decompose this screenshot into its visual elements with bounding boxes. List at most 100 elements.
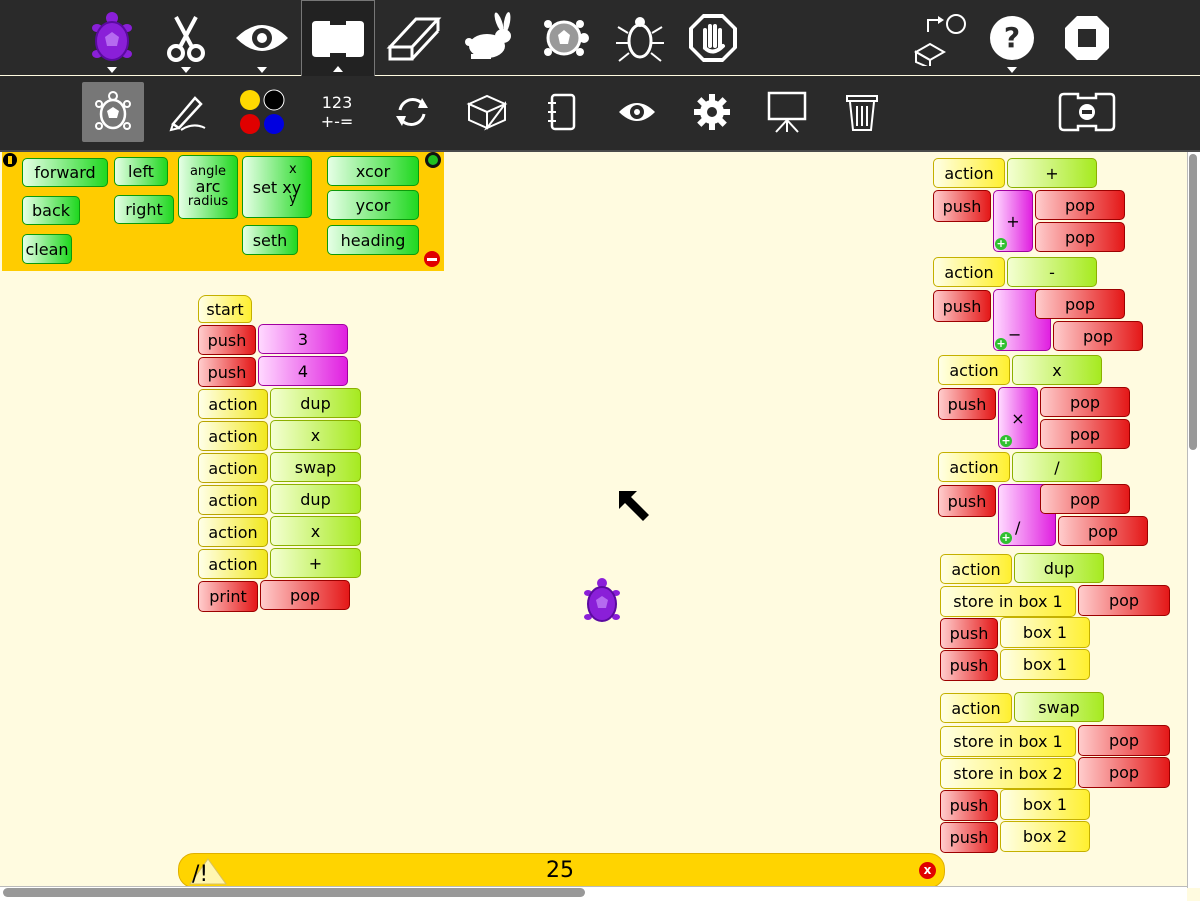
expand-plus-icon[interactable]: + (1000, 435, 1012, 447)
debug-button[interactable] (603, 0, 675, 75)
action-name-block[interactable]: - (1007, 257, 1097, 287)
close-status-icon[interactable]: x (919, 862, 936, 879)
view-button[interactable] (226, 0, 298, 75)
store-in-box1-block[interactable]: store in box 1 (940, 726, 1076, 757)
push-block[interactable]: push (938, 388, 996, 420)
collapse-blocks-button[interactable] (1056, 82, 1118, 142)
palette-orientation-icon[interactable] (3, 153, 17, 167)
number-block[interactable]: 3 (258, 324, 348, 354)
colors-palette-tab[interactable] (231, 82, 293, 142)
pop-block[interactable]: pop (1035, 190, 1125, 220)
action-block[interactable]: action (198, 517, 268, 547)
arc-block[interactable]: angle arc radius (178, 155, 238, 219)
action-block[interactable]: action (198, 453, 268, 483)
setxy-block[interactable]: set xy (242, 156, 312, 218)
pop-block[interactable]: pop (1078, 725, 1170, 756)
turtle-palette-button[interactable] (76, 0, 148, 75)
clean-button[interactable] (376, 0, 448, 75)
start-block[interactable]: start (198, 295, 252, 323)
push-block[interactable]: push (198, 357, 256, 387)
pop-block[interactable]: pop (1035, 289, 1125, 319)
extras-palette-tab[interactable] (681, 82, 743, 142)
flow-palette-tab[interactable] (381, 82, 443, 142)
turtle-palette-tab[interactable] (82, 82, 144, 142)
action-name-block[interactable]: x (270, 516, 361, 546)
stop-turtle-button[interactable] (677, 0, 749, 75)
pop-block[interactable]: pop (1040, 419, 1130, 449)
action-name-block[interactable]: dup (1014, 553, 1104, 583)
back-block[interactable]: back (22, 196, 80, 225)
action-name-block[interactable]: + (270, 548, 361, 578)
box1-block[interactable]: box 1 (1000, 649, 1090, 680)
action-name-block[interactable]: x (270, 420, 361, 450)
action-block[interactable]: action (198, 421, 268, 451)
media-palette-tab[interactable] (606, 82, 668, 142)
action-hat-block[interactable]: action (940, 554, 1012, 584)
ycor-block[interactable]: ycor (327, 190, 419, 220)
action-hat-block[interactable]: action (938, 452, 1010, 482)
push-block[interactable]: push (933, 290, 991, 322)
trash-palette-tab[interactable] (831, 82, 893, 142)
help-button[interactable]: ? (976, 0, 1048, 75)
presentation-palette-tab[interactable] (756, 82, 818, 142)
action-name-block[interactable]: dup (270, 388, 361, 418)
pop-block[interactable]: pop (1078, 757, 1170, 788)
number-block[interactable]: 4 (258, 356, 348, 386)
action-hat-block[interactable]: action (940, 693, 1012, 723)
run-fast-button[interactable] (452, 0, 524, 75)
box1-block[interactable]: box 1 (1000, 617, 1090, 648)
action-block[interactable]: action (198, 389, 268, 419)
push-block[interactable]: push (940, 618, 998, 649)
action-name-block[interactable]: swap (270, 452, 361, 482)
expand-plus-icon[interactable]: + (995, 338, 1007, 350)
xcor-block[interactable]: xcor (327, 156, 419, 186)
action-hat-block[interactable]: action (933, 158, 1005, 188)
sensors-palette-tab[interactable] (531, 82, 593, 142)
store-in-box1-block[interactable]: store in box 1 (940, 586, 1076, 617)
left-block[interactable]: left (114, 157, 168, 186)
right-block[interactable]: right (114, 195, 174, 224)
pop-block[interactable]: pop (1040, 387, 1130, 417)
pop-block[interactable]: pop (1058, 516, 1148, 546)
vertical-scroll-thumb[interactable] (1189, 154, 1197, 450)
push-block[interactable]: push (198, 325, 256, 355)
expand-plus-icon[interactable]: + (1000, 532, 1012, 544)
action-name-block[interactable]: + (1007, 158, 1097, 188)
numbers-palette-tab[interactable]: 123 +-= (306, 82, 368, 142)
boxes-palette-tab[interactable] (456, 82, 518, 142)
action-name-block[interactable]: x (1012, 355, 1102, 385)
print-block[interactable]: print (198, 581, 258, 612)
stop-activity-button[interactable] (1051, 0, 1123, 75)
action-name-block[interactable]: / (1012, 452, 1102, 482)
forward-block[interactable]: forward (22, 158, 108, 187)
action-block[interactable]: action (198, 485, 268, 515)
push-block[interactable]: push (938, 485, 996, 517)
pop-block[interactable]: pop (1053, 321, 1143, 351)
push-block[interactable]: push (940, 822, 998, 853)
action-hat-block[interactable]: action (933, 257, 1005, 287)
palette-hide-icon[interactable] (424, 251, 440, 267)
push-block[interactable]: push (940, 650, 998, 681)
action-name-block[interactable]: dup (270, 484, 361, 514)
pop-block[interactable]: pop (260, 580, 350, 610)
seth-block[interactable]: seth (242, 225, 298, 255)
horizontal-scroll-thumb[interactable] (3, 888, 585, 897)
action-hat-block[interactable]: action (938, 355, 1010, 385)
palette-expand-icon[interactable] (425, 152, 441, 168)
store-in-box2-block[interactable]: store in box 2 (940, 758, 1076, 789)
load-plugin-button[interactable] (902, 0, 974, 75)
pop-block[interactable]: pop (1040, 484, 1130, 514)
heading-block[interactable]: heading (327, 225, 419, 255)
box1-block[interactable]: box 1 (1000, 789, 1090, 820)
box2-block[interactable]: box 2 (1000, 821, 1090, 852)
push-block[interactable]: push (940, 790, 998, 821)
expand-plus-icon[interactable]: + (995, 238, 1007, 250)
blocks-button[interactable] (301, 0, 375, 76)
run-slow-button[interactable] (528, 0, 600, 75)
action-name-block[interactable]: swap (1014, 692, 1104, 722)
action-block[interactable]: action (198, 549, 268, 579)
clean-block[interactable]: clean (22, 234, 72, 264)
push-block[interactable]: push (933, 190, 991, 222)
pop-block[interactable]: pop (1078, 585, 1170, 616)
pen-palette-tab[interactable] (156, 82, 218, 142)
